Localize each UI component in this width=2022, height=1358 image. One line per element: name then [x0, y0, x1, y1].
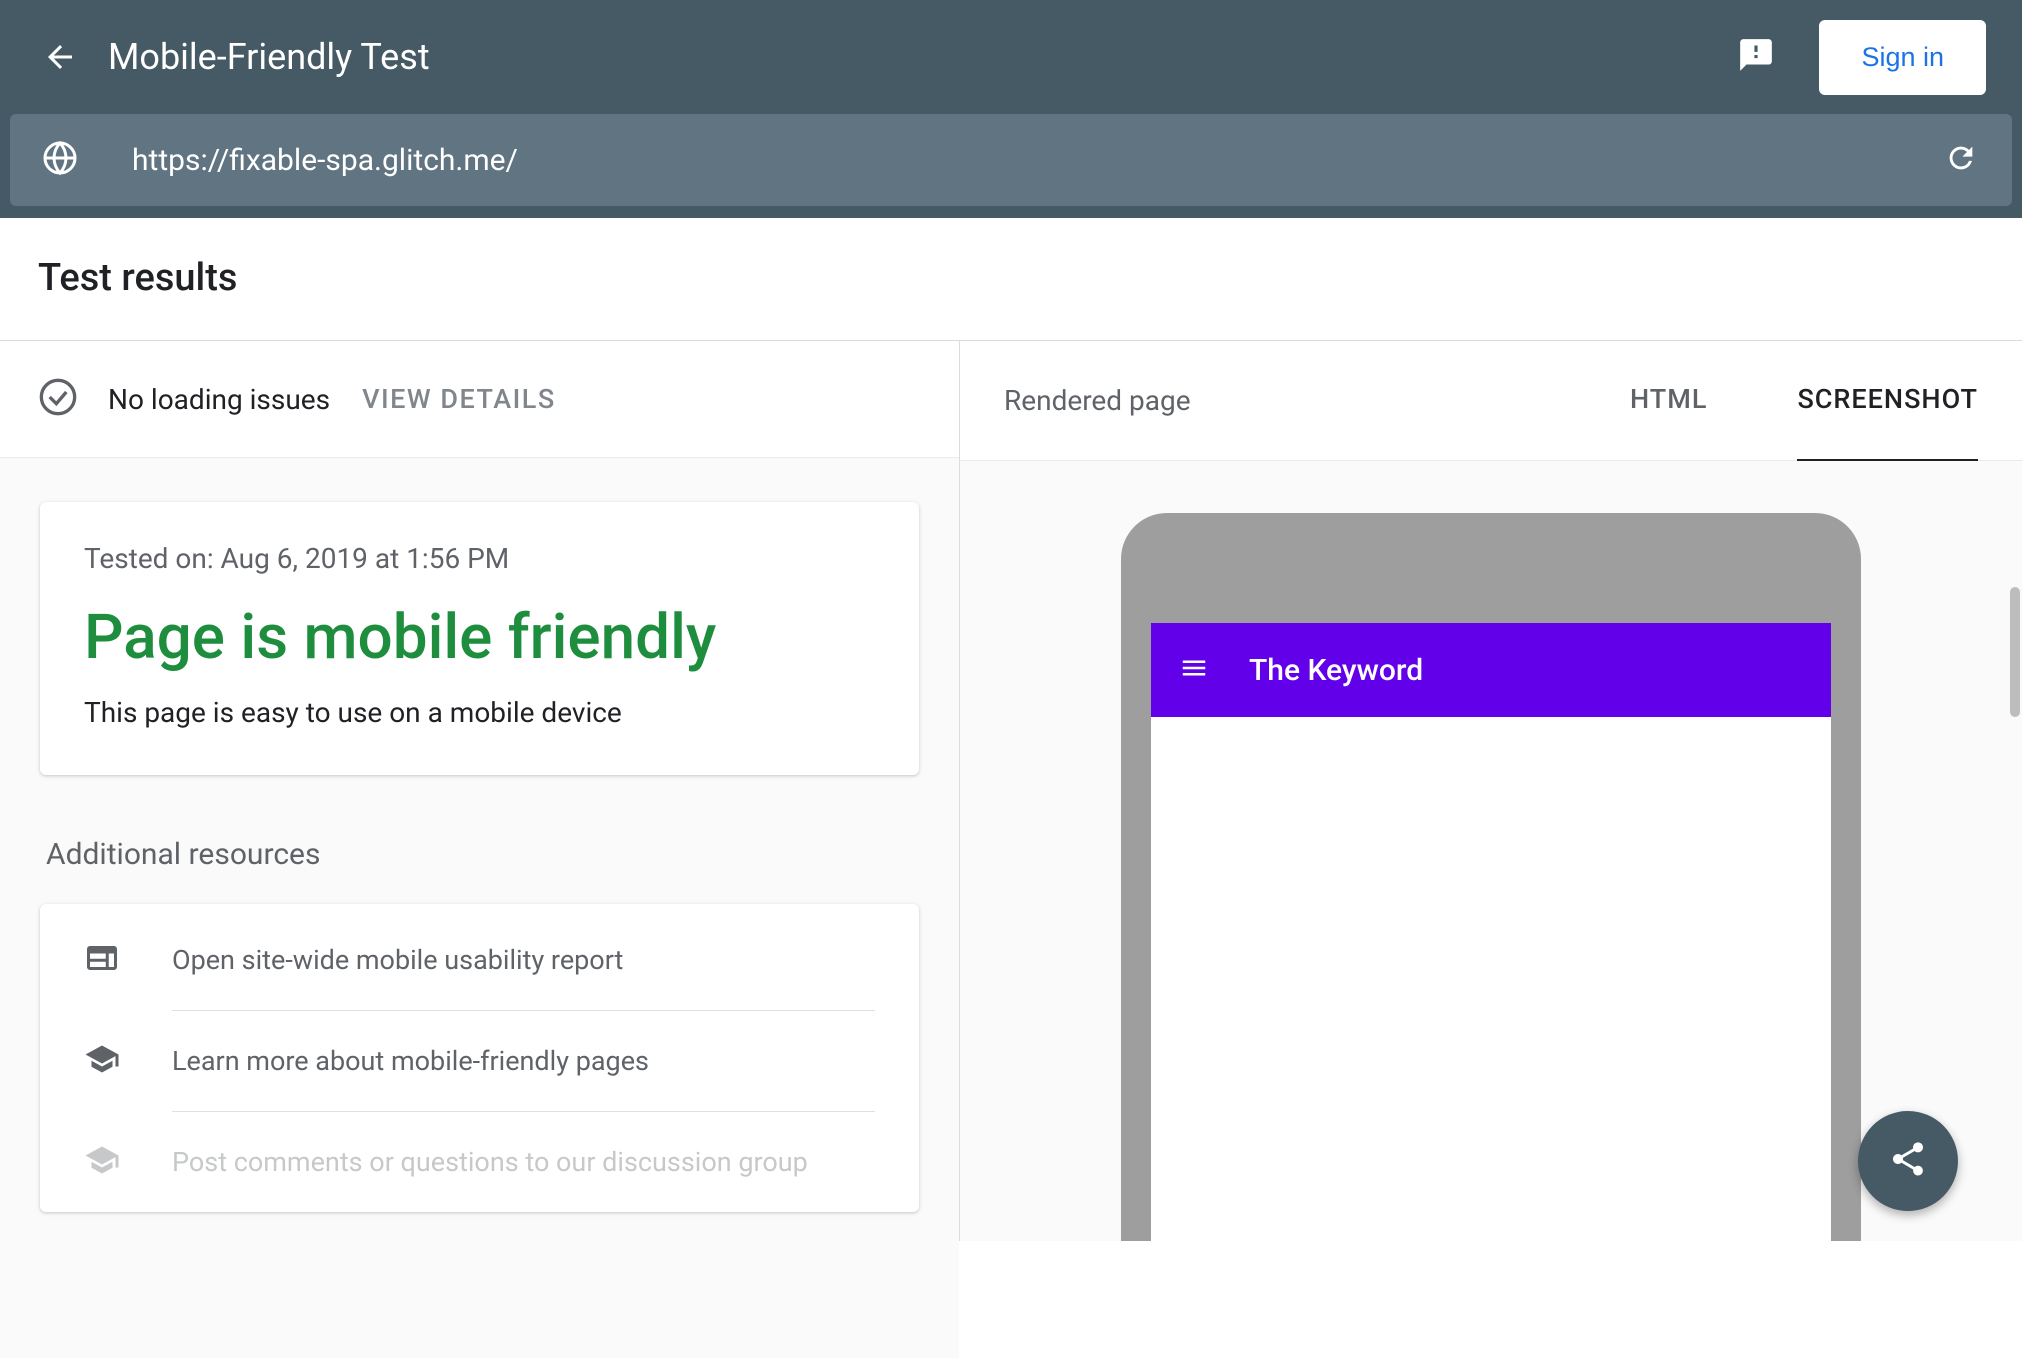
web-icon	[84, 940, 132, 980]
verdict-description: This page is easy to use on a mobile dev…	[84, 696, 875, 729]
sign-in-button[interactable]: Sign in	[1819, 20, 1986, 95]
right-header: Rendered page HTML SCREENSHOT	[960, 341, 2022, 461]
globe-icon	[42, 140, 78, 180]
resource-item-discussion[interactable]: Post comments or questions to our discus…	[84, 1112, 875, 1212]
phone-header: The Keyword	[1151, 623, 1831, 717]
resource-label: Open site-wide mobile usability report	[172, 944, 623, 976]
back-arrow-icon[interactable]	[42, 39, 78, 75]
preview-area: The Keyword	[960, 461, 2022, 1241]
loading-issues-row: No loading issues VIEW DETAILS	[0, 341, 959, 458]
page-title: Mobile-Friendly Test	[108, 36, 430, 78]
feedback-icon[interactable]	[1737, 36, 1775, 78]
resources-heading: Additional resources	[40, 775, 919, 904]
hamburger-icon	[1179, 653, 1209, 687]
url-input[interactable]: https://fixable-spa.glitch.me/	[132, 143, 1944, 178]
resource-item-usability-report[interactable]: Open site-wide mobile usability report	[84, 910, 875, 1010]
loading-status-label: No loading issues	[108, 383, 330, 416]
left-pane: No loading issues VIEW DETAILS Tested on…	[0, 341, 960, 1241]
rendered-page-label: Rendered page	[1004, 384, 1540, 417]
result-card: Tested on: Aug 6, 2019 at 1:56 PM Page i…	[40, 502, 919, 775]
resource-label: Learn more about mobile-friendly pages	[172, 1045, 649, 1077]
resources-card: Open site-wide mobile usability report L…	[40, 904, 919, 1212]
results-header: Test results	[0, 218, 2022, 341]
tab-screenshot[interactable]: SCREENSHOT	[1797, 339, 1978, 463]
scrollbar[interactable]	[2010, 587, 2020, 717]
phone-screen: The Keyword	[1151, 623, 1831, 1241]
view-details-button[interactable]: VIEW DETAILS	[362, 383, 556, 415]
phone-title: The Keyword	[1249, 653, 1423, 688]
url-bar[interactable]: https://fixable-spa.glitch.me/	[10, 114, 2012, 206]
tested-on-label: Tested on: Aug 6, 2019 at 1:56 PM	[84, 542, 875, 575]
phone-frame: The Keyword	[1121, 513, 1861, 1241]
results-heading: Test results	[38, 256, 1984, 300]
right-pane: Rendered page HTML SCREENSHOT The Keywor…	[960, 341, 2022, 1241]
check-circle-icon	[38, 377, 78, 421]
school-icon	[84, 1142, 132, 1182]
share-icon	[1888, 1139, 1928, 1183]
reload-icon[interactable]	[1944, 141, 1978, 179]
tab-html[interactable]: HTML	[1630, 339, 1707, 463]
url-bar-container: https://fixable-spa.glitch.me/	[0, 114, 2022, 218]
resource-label: Post comments or questions to our discus…	[172, 1146, 808, 1178]
top-bar: Mobile-Friendly Test Sign in	[0, 0, 2022, 114]
verdict-heading: Page is mobile friendly	[84, 601, 875, 674]
school-icon	[84, 1041, 132, 1081]
share-fab[interactable]	[1858, 1111, 1958, 1211]
resource-item-learn-more[interactable]: Learn more about mobile-friendly pages	[84, 1011, 875, 1111]
